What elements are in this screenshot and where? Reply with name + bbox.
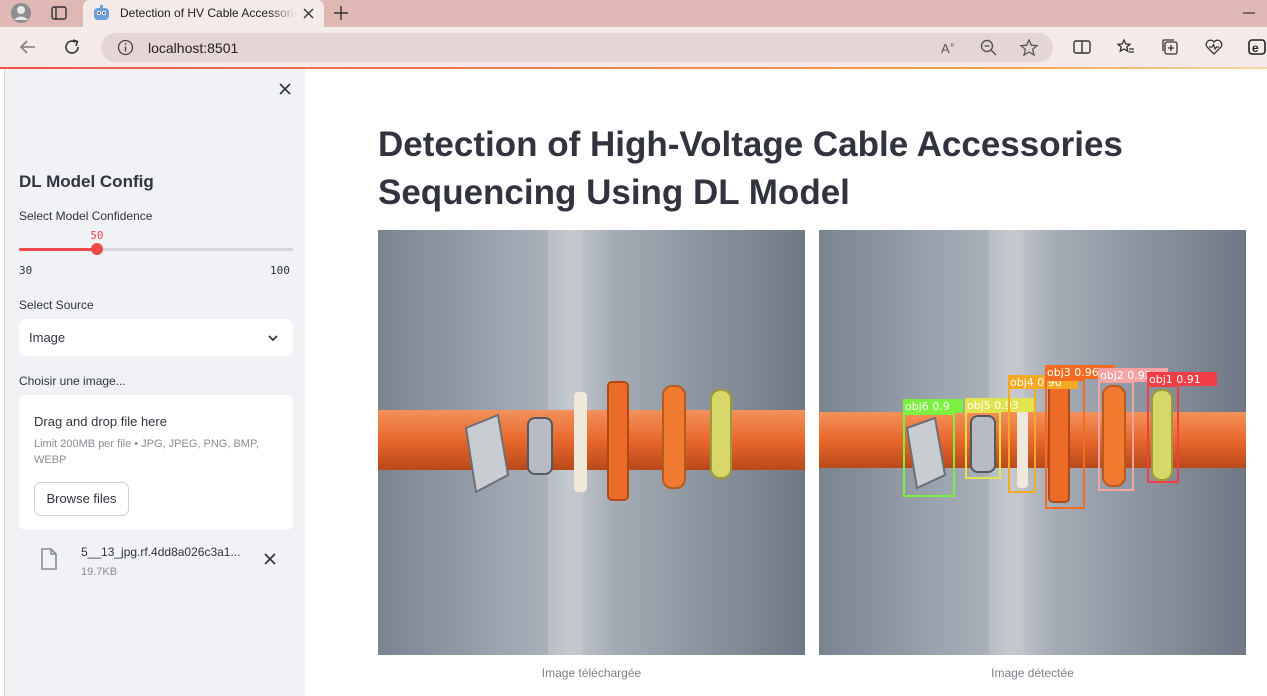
back-arrow-icon[interactable]: [18, 37, 38, 57]
file-icon: [38, 547, 60, 571]
favorite-star-icon[interactable]: [1019, 38, 1039, 58]
confidence-slider[interactable]: [19, 243, 293, 255]
source-selected-value: Image: [29, 330, 66, 345]
detection-label: obj6 0.9: [905, 400, 950, 413]
favorites-icon[interactable]: [1116, 37, 1136, 57]
edge-extension-icon[interactable]: e: [1247, 37, 1267, 57]
detection-label: obj3 0.96: [1047, 366, 1099, 379]
file-name: 5__13_jpg.rf.4dd8a026c3a1...: [81, 545, 241, 559]
svg-text:»: »: [950, 40, 955, 49]
browser-tab-bar: Detection of HV Cable Accessories: [0, 0, 1267, 27]
uploaded-image-caption: Image téléchargée: [541, 666, 642, 680]
dropzone-limit: Limit 200MB per file • JPG, JPEG, PNG, B…: [34, 438, 259, 466]
site-info-icon[interactable]: [117, 39, 134, 56]
svg-text:e: e: [1252, 41, 1259, 55]
browser-tab-active[interactable]: Detection of HV Cable Accessories: [83, 0, 324, 27]
split-screen-icon[interactable]: [1072, 37, 1092, 57]
reload-icon[interactable]: [62, 37, 82, 57]
dropzone-title: Drag and drop file here: [34, 414, 167, 429]
chevron-down-icon: [266, 331, 280, 345]
tab-close-icon[interactable]: [301, 6, 316, 21]
streamlit-favicon-icon: [93, 5, 110, 22]
confidence-slider-thumb[interactable]: [91, 243, 104, 255]
minimize-icon[interactable]: [1240, 6, 1258, 20]
address-bar[interactable]: localhost:8501 A»: [101, 33, 1053, 62]
remove-file-icon[interactable]: [263, 552, 277, 566]
confidence-slider-fill: [19, 248, 98, 251]
new-tab-icon[interactable]: [332, 4, 350, 22]
confidence-value: 50: [90, 229, 104, 242]
browser-essentials-icon[interactable]: [1204, 37, 1224, 57]
uploader-label: Choisir une image...: [19, 374, 126, 388]
confidence-min: 30: [19, 264, 33, 277]
detected-image: obj6 0.9 obj5 0.93 obj4 0.90 obj3 0.96 o…: [819, 230, 1246, 655]
profile-icon[interactable]: [9, 2, 33, 24]
read-aloud-icon[interactable]: A»: [939, 38, 959, 58]
page-title: Detection of High-Voltage Cable Accessor…: [378, 125, 1123, 212]
detection-label: obj1 0.91: [1149, 373, 1201, 386]
zoom-out-icon[interactable]: [979, 38, 999, 58]
tab-actions-icon[interactable]: [50, 4, 68, 22]
url-text: localhost:8501: [148, 40, 239, 56]
close-sidebar-icon[interactable]: [277, 81, 293, 97]
uploaded-file: 5__13_jpg.rf.4dd8a026c3a1... 19.7KB: [19, 535, 293, 585]
file-size: 19.7KB: [81, 566, 118, 578]
uploaded-image: [378, 230, 805, 655]
svg-text:A: A: [941, 41, 950, 56]
detection-label: obj5 0.93: [967, 399, 1019, 412]
detection-label: obj2 0.92: [1100, 369, 1152, 382]
file-dropzone[interactable]: Drag and drop file here Limit 200MB per …: [19, 395, 293, 530]
browse-files-button[interactable]: Browse files: [34, 482, 129, 516]
sidebar-heading: DL Model Config: [19, 172, 154, 191]
sidebar: DL Model Config Select Model Confidence …: [4, 69, 305, 696]
browser-toolbar: localhost:8501 A» e: [0, 27, 1267, 68]
collections-icon[interactable]: [1160, 37, 1180, 57]
tab-title: Detection of HV Cable Accessories: [120, 6, 296, 20]
source-select[interactable]: Image: [19, 319, 293, 356]
confidence-max: 100: [270, 264, 290, 277]
confidence-label: Select Model Confidence: [19, 209, 153, 223]
source-label: Select Source: [19, 298, 94, 312]
detected-image-caption: Image détectée: [991, 666, 1074, 680]
